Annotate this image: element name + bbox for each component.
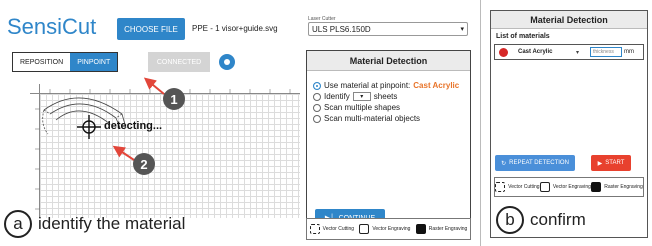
material-row: Cast Acrylic ▾ thickness mm xyxy=(494,44,644,60)
repeat-detection-label: REPEAT DETECTION xyxy=(509,160,569,166)
dashed-square-icon xyxy=(495,182,506,192)
mode-toggle: REPOSITION PINPOINT xyxy=(12,52,119,72)
step-badge-1: 1 xyxy=(163,88,185,110)
reposition-button[interactable]: REPOSITION xyxy=(13,53,71,71)
legend-vector-cutting-label: Vector Cutting xyxy=(322,226,355,232)
material-color-dot xyxy=(499,47,508,57)
ruler-ticks xyxy=(35,89,291,210)
chevron-down-icon[interactable]: ▾ xyxy=(576,49,586,56)
caption-a-text: identify the material xyxy=(38,214,186,233)
radio-identify[interactable] xyxy=(313,92,321,101)
figure-root: SensiCut CHOOSE FILE PPE - 1 visor+guide… xyxy=(0,0,652,246)
option-scan-multi-material-label: Scan multi-material objects xyxy=(324,114,421,123)
caption-b-letter: b xyxy=(496,206,524,234)
radio-pinpoint[interactable] xyxy=(313,81,321,90)
thickness-input[interactable]: thickness xyxy=(590,47,622,57)
confirm-legend-vector-cutting-label: Vector Cutting xyxy=(508,184,540,190)
legend-vector-cutting: Vector Cutting xyxy=(309,224,355,234)
panel-confirm: Material Detection List of materials Cas… xyxy=(490,10,648,238)
thickness-unit: mm xyxy=(624,49,634,55)
crosshair-icon xyxy=(77,115,101,139)
filled-square-icon xyxy=(415,224,426,234)
radio-scan-multiple[interactable] xyxy=(313,103,321,112)
caption-a: a identify the material xyxy=(4,210,185,238)
detected-material: Cast Acrylic xyxy=(413,81,460,90)
material-detection-panel: Material Detection Use material at pinpo… xyxy=(306,50,471,236)
confirm-legend-vector-cutting: Vector Cutting xyxy=(495,182,540,192)
option-pinpoint[interactable]: Use material at pinpoint: Cast Acrylic xyxy=(313,81,459,90)
play-circle-icon: ▶ xyxy=(597,160,603,167)
outline-square-icon xyxy=(539,182,550,192)
radio-scan-multi-material[interactable] xyxy=(313,114,321,123)
option-scan-multiple-label: Scan multiple shapes xyxy=(324,103,401,112)
legend-vector-engraving: Vector Engraving xyxy=(359,224,410,234)
confirm-legend-vector-engraving-label: Vector Engraving xyxy=(552,184,591,190)
legend-raster-engraving-label: Raster Engraving xyxy=(428,226,468,232)
detecting-status: detecting... xyxy=(104,120,163,132)
option-scan-multi-material[interactable]: Scan multi-material objects xyxy=(313,114,420,123)
materials-list-label: List of materials xyxy=(496,33,550,40)
option-pinpoint-label: Use material at pinpoint: xyxy=(324,81,411,90)
start-label: START xyxy=(605,160,625,166)
filled-square-icon xyxy=(591,182,602,192)
panel-identify: SensiCut CHOOSE FILE PPE - 1 visor+guide… xyxy=(0,0,481,246)
material-name[interactable]: Cast Acrylic xyxy=(518,49,576,55)
option-identify-suffix: sheets xyxy=(373,92,398,101)
connected-button[interactable]: CONNECTED xyxy=(148,52,210,72)
option-identify[interactable]: Identify ▾ sheets xyxy=(313,92,397,101)
confirm-legend-raster-engraving: Raster Engraving xyxy=(591,182,643,192)
choose-file-button[interactable]: CHOOSE FILE xyxy=(117,18,185,40)
outline-square-icon xyxy=(359,224,370,234)
chevron-down-icon: ▾ xyxy=(460,26,464,33)
laser-cutter-value: ULS PLS6.150D xyxy=(312,24,371,34)
laser-cutter-select[interactable]: ULS PLS6.150D ▾ xyxy=(308,22,468,36)
confirm-title: Material Detection xyxy=(491,11,647,29)
confirm-legend: Vector Cutting Vector Engraving Raster E… xyxy=(494,177,644,197)
filename-label: PPE - 1 visor+guide.svg xyxy=(192,24,278,33)
confirm-legend-raster-engraving-label: Raster Engraving xyxy=(604,184,643,190)
gear-icon-center xyxy=(224,59,230,65)
option-identify-label: Identify xyxy=(324,92,350,101)
chevron-down-icon: ▾ xyxy=(360,94,364,100)
operation-legend: Vector Cutting Vector Engraving Raster E… xyxy=(306,218,471,240)
refresh-icon: ↻ xyxy=(501,160,507,167)
step-badge-2: 2 xyxy=(133,153,155,175)
start-button[interactable]: ▶ START xyxy=(591,155,631,171)
gear-icon[interactable] xyxy=(219,54,235,70)
option-scan-multiple[interactable]: Scan multiple shapes xyxy=(313,103,400,112)
caption-b-text: confirm xyxy=(530,210,586,229)
repeat-detection-button[interactable]: ↻ REPEAT DETECTION xyxy=(495,155,575,171)
legend-vector-engraving-label: Vector Engraving xyxy=(372,226,411,232)
caption-b: b confirm xyxy=(496,206,586,234)
sheet-count-select[interactable]: ▾ xyxy=(352,92,371,101)
confirm-legend-vector-engraving: Vector Engraving xyxy=(539,182,591,192)
pinpoint-button[interactable]: PINPOINT xyxy=(70,53,118,71)
app-logo: SensiCut xyxy=(7,14,97,39)
material-detection-title: Material Detection xyxy=(307,51,470,71)
legend-raster-engraving: Raster Engraving xyxy=(415,224,468,234)
caption-a-letter: a xyxy=(4,210,32,238)
dashed-square-icon xyxy=(309,224,320,234)
